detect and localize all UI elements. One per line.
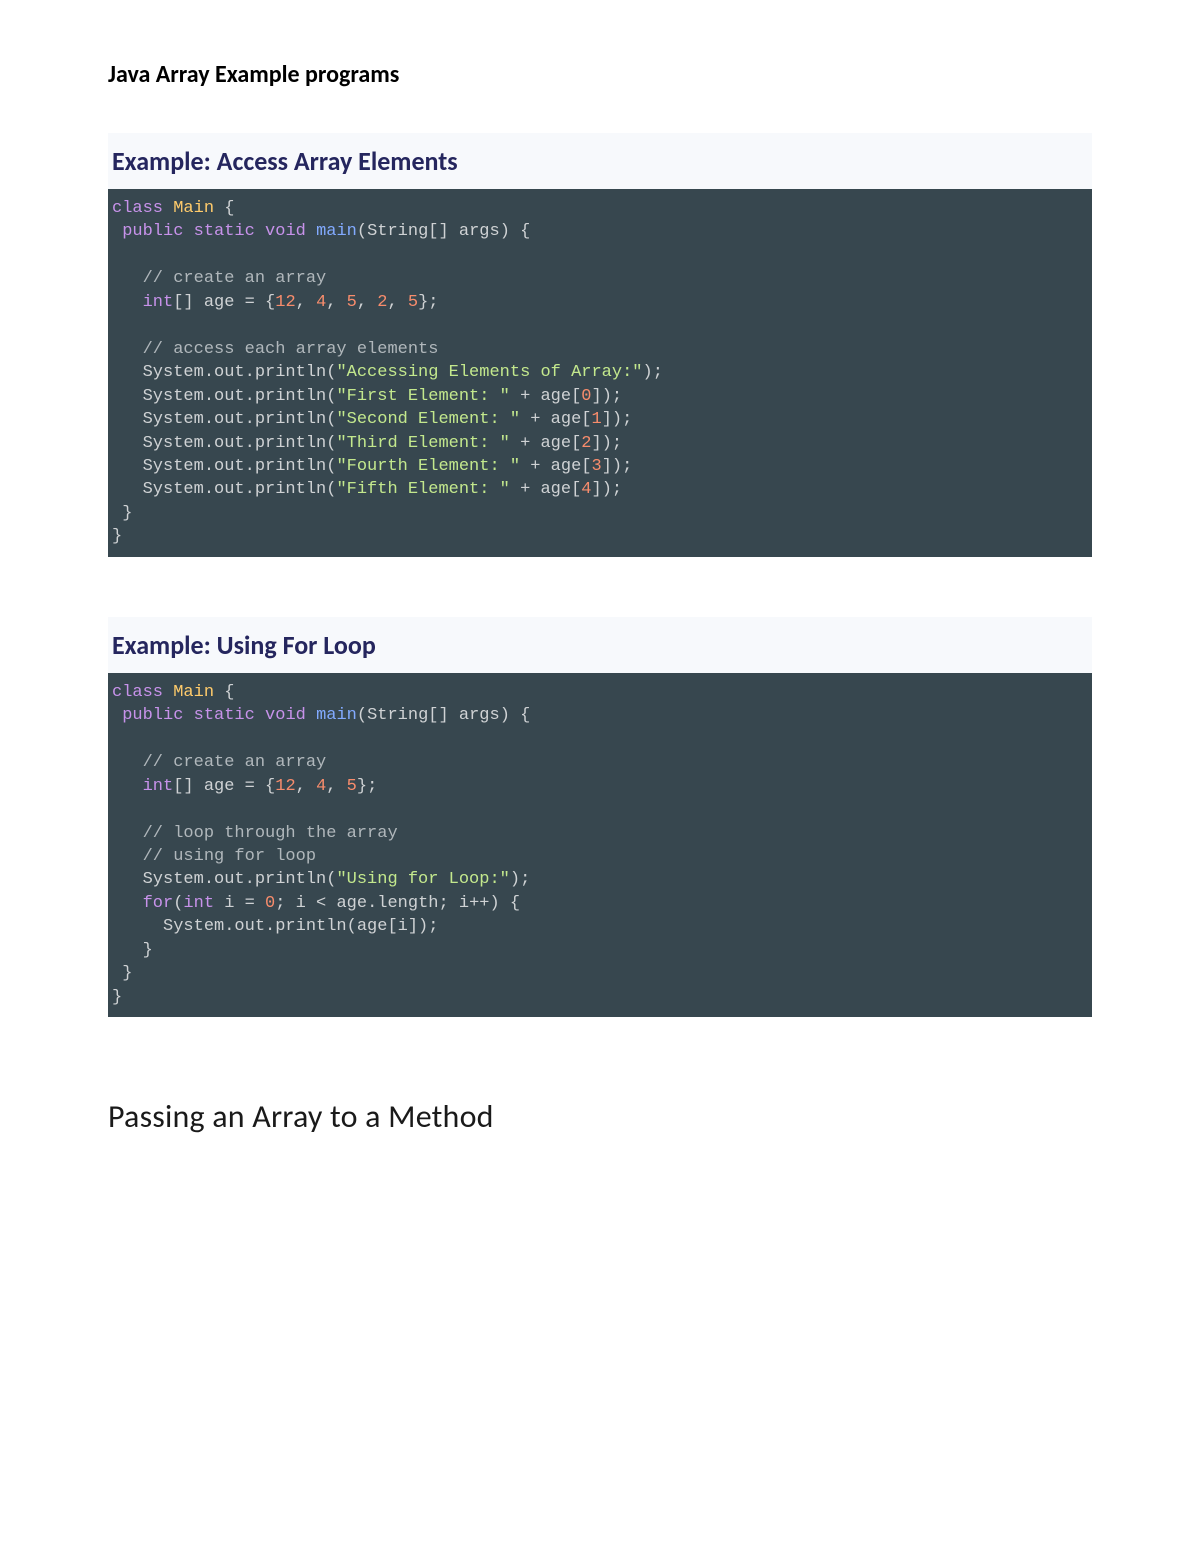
code-token: }: [112, 964, 132, 983]
code-token: void: [265, 222, 306, 241]
code-token: (String[] args) {: [357, 706, 530, 725]
code-token: ]);: [602, 410, 633, 429]
code-token: ]);: [592, 480, 623, 499]
code-token: }: [112, 504, 132, 523]
code-token: + age[: [510, 387, 581, 406]
code-comment: // using for loop: [112, 847, 316, 866]
code-token: };: [357, 777, 377, 796]
code-token: System.out.println(: [112, 480, 336, 499]
code-token: }: [112, 988, 122, 1007]
code-token: };: [418, 293, 438, 312]
code-token: System.out.println(age[i]);: [112, 917, 438, 936]
example-block-1: Example: Access Array Elements class Mai…: [108, 133, 1092, 557]
page-title: Java Array Example programs: [108, 60, 1092, 89]
code-token: "Second Element: ": [336, 410, 520, 429]
code-token: class: [112, 199, 163, 218]
code-token: 2: [377, 293, 387, 312]
code-token: );: [643, 363, 663, 382]
code-token: ]);: [592, 387, 623, 406]
code-token: + age[: [520, 457, 591, 476]
code-block-1: class Main { public static void main(Str…: [108, 189, 1092, 557]
example-heading-wrap: Example: Using For Loop: [108, 617, 1092, 673]
code-token: ]);: [592, 434, 623, 453]
code-token: System.out.println(: [112, 363, 336, 382]
code-token: [] age = {: [173, 293, 275, 312]
code-token: System.out.println(: [112, 457, 336, 476]
code-token: System.out.println(: [112, 387, 336, 406]
code-token: 4: [316, 293, 326, 312]
code-token: "Third Element: ": [336, 434, 509, 453]
code-token: {: [214, 199, 234, 218]
code-comment: // access each array elements: [112, 340, 438, 359]
code-token: ]);: [602, 457, 633, 476]
code-token: public: [112, 222, 183, 241]
code-token: }: [112, 527, 122, 546]
code-token: "Accessing Elements of Array:": [336, 363, 642, 382]
code-token: static: [194, 222, 255, 241]
code-token: System.out.println(: [112, 434, 336, 453]
code-token: "Fourth Element: ": [336, 457, 520, 476]
code-token: 5: [347, 777, 357, 796]
code-token: 5: [347, 293, 357, 312]
example-heading-wrap: Example: Access Array Elements: [108, 133, 1092, 189]
code-token: }: [112, 941, 153, 960]
code-comment: // create an array: [112, 753, 326, 772]
code-token: main: [316, 222, 357, 241]
code-block-2: class Main { public static void main(Str…: [108, 673, 1092, 1017]
code-token: 0: [265, 894, 275, 913]
code-token: + age[: [520, 410, 591, 429]
code-token: i =: [214, 894, 265, 913]
code-token: System.out.println(: [112, 410, 336, 429]
code-token: for: [112, 894, 173, 913]
code-token: static: [194, 706, 255, 725]
code-comment: // loop through the array: [112, 824, 398, 843]
code-token: 12: [275, 777, 295, 796]
code-token: (: [173, 894, 183, 913]
code-token: + age[: [510, 480, 581, 499]
code-token: + age[: [510, 434, 581, 453]
code-token: int: [112, 293, 173, 312]
code-token: void: [265, 706, 306, 725]
example-heading: Example: Access Array Elements: [112, 145, 1088, 177]
code-token: 5: [408, 293, 418, 312]
code-token: 0: [581, 387, 591, 406]
code-token: 4: [581, 480, 591, 499]
code-token: "Using for Loop:": [336, 870, 509, 889]
code-token: ; i < age.length; i++) {: [275, 894, 520, 913]
example-heading: Example: Using For Loop: [112, 629, 1088, 661]
subheading: Passing an Array to a Method: [108, 1097, 1092, 1136]
code-token: "Fifth Element: ": [336, 480, 509, 499]
code-token: 1: [592, 410, 602, 429]
code-token: "First Element: ": [336, 387, 509, 406]
code-token: {: [214, 683, 234, 702]
code-token: int: [112, 777, 173, 796]
code-token: public: [112, 706, 183, 725]
code-token: (String[] args) {: [357, 222, 530, 241]
code-token: 2: [581, 434, 591, 453]
code-comment: // create an array: [112, 269, 326, 288]
code-token: int: [183, 894, 214, 913]
code-token: [] age = {: [173, 777, 275, 796]
code-token: 4: [316, 777, 326, 796]
code-token: main: [316, 706, 357, 725]
code-token: Main: [173, 683, 214, 702]
example-block-2: Example: Using For Loop class Main { pub…: [108, 617, 1092, 1017]
code-token: 3: [592, 457, 602, 476]
code-token: );: [510, 870, 530, 889]
code-token: Main: [173, 199, 214, 218]
code-token: class: [112, 683, 163, 702]
code-token: 12: [275, 293, 295, 312]
code-token: System.out.println(: [112, 870, 336, 889]
